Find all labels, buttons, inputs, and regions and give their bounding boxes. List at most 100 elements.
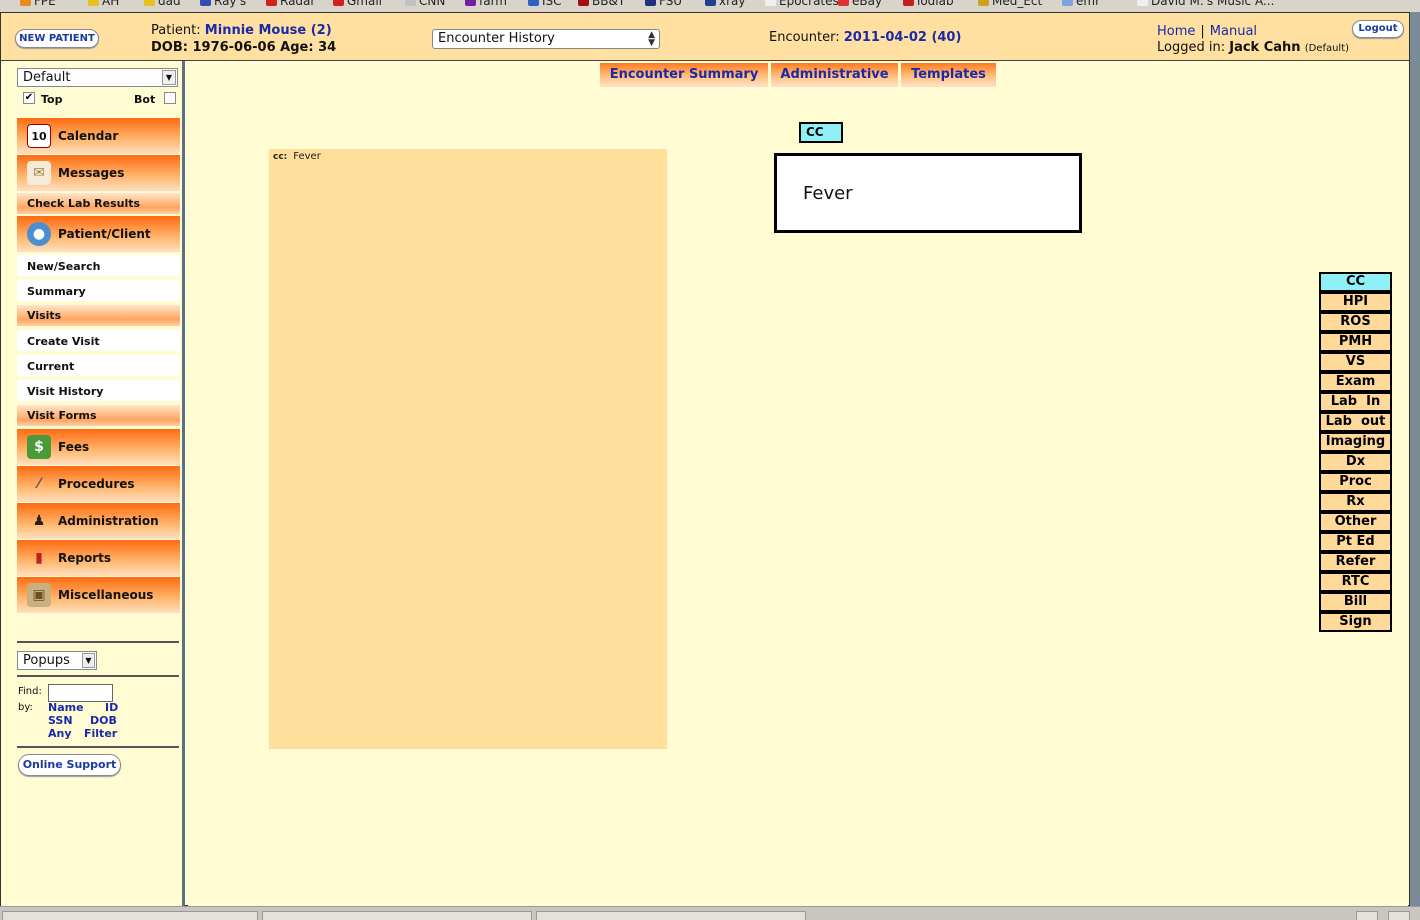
encounter-link[interactable]: 2011-04-02 (40) bbox=[844, 30, 962, 45]
menu-procedures[interactable]: ⁄ Procedures bbox=[17, 466, 180, 502]
chief-complaint-field[interactable]: Fever bbox=[774, 153, 1082, 233]
find-by-name-link[interactable]: Name bbox=[48, 701, 84, 714]
menu-new-search[interactable]: New/Search bbox=[17, 255, 180, 278]
bookmark[interactable]: Med_Ect bbox=[978, 0, 1042, 8]
nav-imaging-button[interactable]: Imaging bbox=[1319, 432, 1392, 452]
nav-ros-button[interactable]: ROS bbox=[1319, 312, 1392, 332]
bookmark[interactable]: iodlab bbox=[903, 0, 954, 8]
taskbar-window-button[interactable] bbox=[2, 911, 258, 920]
nav-lab-out-button[interactable]: Lab out bbox=[1319, 412, 1392, 432]
bot-checkbox[interactable] bbox=[164, 92, 176, 104]
person-icon: ● bbox=[27, 222, 51, 246]
tab-encounter-summary[interactable]: Encounter Summary bbox=[600, 63, 768, 87]
menu-current[interactable]: Current bbox=[17, 355, 180, 378]
nav-lab-in-button[interactable]: Lab In bbox=[1319, 392, 1392, 412]
patient-info: Patient: Minnie Mouse (2) bbox=[151, 23, 332, 38]
nav-exam-button[interactable]: Exam bbox=[1319, 372, 1392, 392]
nav-other-button[interactable]: Other bbox=[1319, 512, 1392, 532]
bookmark[interactable]: FPE bbox=[20, 0, 56, 8]
menu-messages[interactable]: ✉ Messages bbox=[17, 155, 180, 191]
find-by-any-link[interactable]: Any bbox=[48, 727, 72, 740]
taskbar-tray-button[interactable] bbox=[1388, 911, 1410, 920]
envelope-icon: ✉ bbox=[27, 161, 51, 185]
bookmark[interactable]: AH bbox=[88, 0, 119, 8]
sidebar: Default ▼ ✔ Top Bot 10 Calendar ✉ Messag… bbox=[1, 61, 185, 906]
menu-summary[interactable]: Summary bbox=[17, 280, 180, 303]
bookmark[interactable]: eBay bbox=[838, 0, 882, 8]
bookmark[interactable]: emr bbox=[1062, 0, 1100, 8]
home-link[interactable]: Home bbox=[1157, 24, 1195, 39]
divider bbox=[17, 746, 179, 748]
find-by-filter-link[interactable]: Filter bbox=[84, 727, 117, 740]
encounter-history-select[interactable]: Encounter History ▲ ▼ bbox=[432, 29, 660, 49]
bookmark[interactable]: Gmail bbox=[333, 0, 382, 8]
nav-rx-button[interactable]: Rx bbox=[1319, 492, 1392, 512]
menu-patient-client-label: Patient/Client bbox=[58, 227, 151, 241]
taskbar-window-button[interactable] bbox=[262, 911, 532, 920]
bookmark[interactable]: dad bbox=[144, 0, 181, 8]
bookmark[interactable]: Epocrates bbox=[765, 0, 839, 8]
syringe-icon: ⁄ bbox=[37, 476, 41, 492]
menu-messages-label: Messages bbox=[58, 166, 125, 180]
nav-hpi-button[interactable]: HPI bbox=[1319, 292, 1392, 312]
divider bbox=[17, 675, 179, 677]
new-patient-button[interactable]: NEW PATIENT bbox=[15, 29, 99, 48]
nav-bill-button[interactable]: Bill bbox=[1319, 592, 1392, 612]
top-checkbox[interactable]: ✔ bbox=[23, 92, 35, 104]
find-by-id-link[interactable]: ID bbox=[105, 701, 118, 714]
find-by-dob-link[interactable]: DOB bbox=[90, 714, 117, 727]
taskbar-tray-button[interactable] bbox=[1356, 911, 1378, 920]
nav-rtc-button[interactable]: RTC bbox=[1319, 572, 1392, 592]
menu-calendar[interactable]: 10 Calendar bbox=[17, 118, 180, 154]
menu-administration-label: Administration bbox=[58, 514, 159, 528]
nav-pmh-button[interactable]: PMH bbox=[1319, 332, 1392, 352]
popups-select[interactable]: Popups ▼ bbox=[17, 651, 97, 670]
logout-button[interactable]: Logout bbox=[1352, 20, 1404, 38]
find-by-ssn-link[interactable]: SSN bbox=[48, 714, 73, 727]
encounter-label: Encounter: bbox=[769, 30, 840, 45]
nav-sign-button[interactable]: Sign bbox=[1319, 612, 1392, 632]
menu-create-visit[interactable]: Create Visit bbox=[17, 330, 180, 353]
divider bbox=[17, 641, 179, 643]
bookmark[interactable]: xray bbox=[705, 0, 746, 8]
bookmark[interactable]: farm bbox=[465, 0, 507, 8]
logged-in-label: Logged in: bbox=[1157, 40, 1226, 55]
nav-vs-button[interactable]: VS bbox=[1319, 352, 1392, 372]
taskbar bbox=[0, 906, 1420, 920]
menu-visits[interactable]: Visits bbox=[17, 305, 180, 326]
tab-administrative[interactable]: Administrative bbox=[771, 63, 898, 87]
bookmark[interactable]: BB&T bbox=[578, 0, 625, 8]
bookmark[interactable]: CNN bbox=[405, 0, 445, 8]
nav-proc-button[interactable]: Proc bbox=[1319, 472, 1392, 492]
top-label: Top bbox=[41, 93, 63, 106]
menu-check-lab-results[interactable]: Check Lab Results bbox=[17, 193, 180, 214]
menu-reports[interactable]: ▮ Reports bbox=[17, 540, 180, 576]
encounter-summary-panel: cc: Fever bbox=[269, 149, 667, 749]
nav-dx-button[interactable]: Dx bbox=[1319, 452, 1392, 472]
online-support-button[interactable]: Online Support bbox=[18, 754, 121, 776]
menu-fees[interactable]: $ Fees bbox=[17, 429, 180, 465]
manual-link[interactable]: Manual bbox=[1210, 24, 1257, 39]
nav-refer-button[interactable]: Refer bbox=[1319, 552, 1392, 572]
patient-label: Patient: bbox=[151, 23, 201, 38]
bookmark[interactable]: Ray's bbox=[200, 0, 246, 8]
tab-templates[interactable]: Templates bbox=[901, 63, 996, 87]
patient-name-link[interactable]: Minnie Mouse (2) bbox=[205, 23, 332, 38]
bookmark[interactable]: FSU bbox=[645, 0, 682, 8]
menu-miscellaneous[interactable]: ▣ Miscellaneous bbox=[17, 577, 180, 613]
taskbar-window-button[interactable] bbox=[536, 911, 806, 920]
top-links: Home | Manual bbox=[1157, 24, 1257, 39]
menu-visit-history[interactable]: Visit History bbox=[17, 380, 180, 403]
menu-visit-forms[interactable]: Visit Forms bbox=[17, 405, 180, 426]
nav-cc-button[interactable]: CC bbox=[1319, 272, 1392, 292]
menu-administration[interactable]: ♟ Administration bbox=[17, 503, 180, 539]
bookmark[interactable]: David M.'s Music A... bbox=[1137, 0, 1274, 8]
logged-in-info: Logged in: Jack Cahn (Default) bbox=[1157, 40, 1349, 55]
find-input[interactable] bbox=[48, 684, 113, 702]
menu-patient-client[interactable]: ● Patient/Client bbox=[17, 216, 180, 252]
bookmark[interactable]: ISC bbox=[528, 0, 562, 8]
nav-pt-ed-button[interactable]: Pt Ed bbox=[1319, 532, 1392, 552]
bookmark[interactable]: Radar bbox=[266, 0, 315, 8]
calendar-icon: 10 bbox=[27, 124, 51, 148]
view-select[interactable]: Default ▼ bbox=[17, 68, 178, 87]
